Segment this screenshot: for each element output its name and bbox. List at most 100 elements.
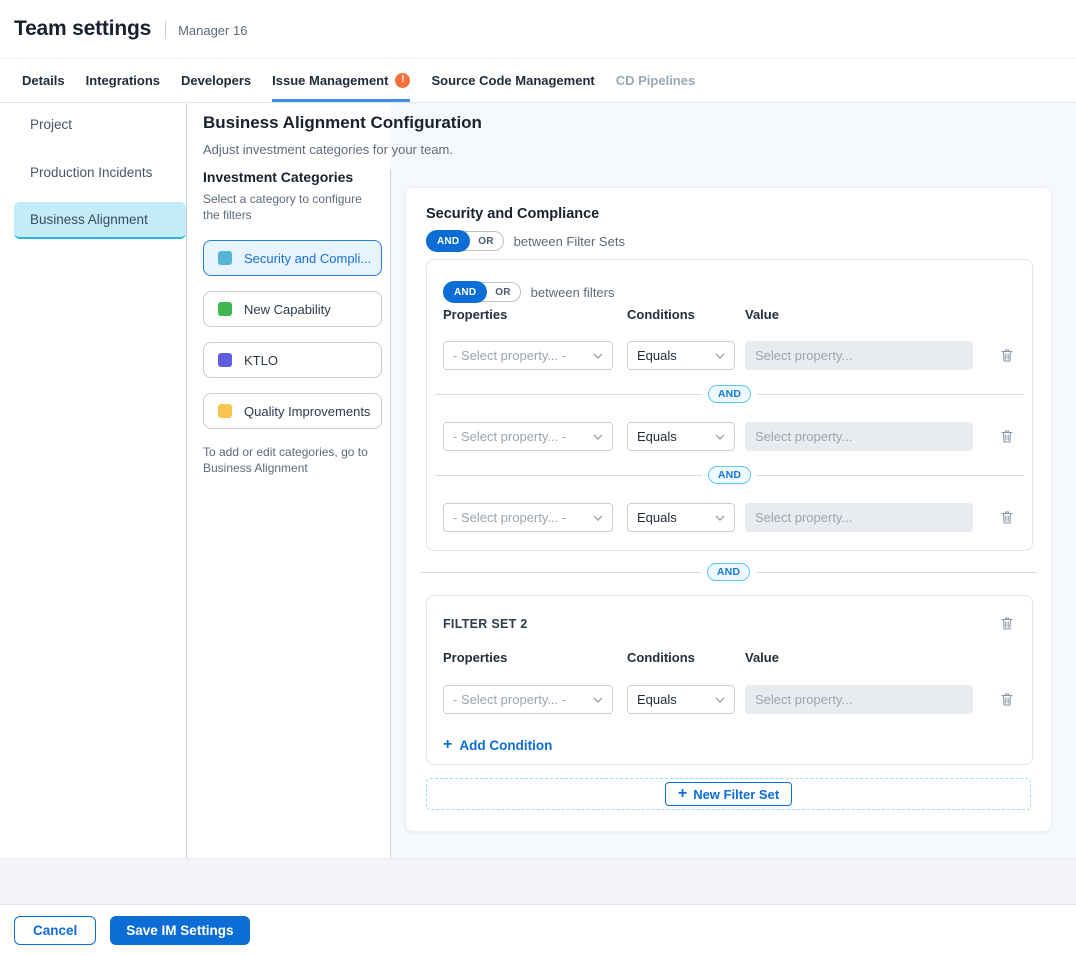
column-divider [390, 169, 391, 858]
add-condition-button[interactable]: + Add Condition [443, 737, 552, 753]
conditions-column-header: Conditions [627, 307, 745, 322]
filter-set-2: FILTER SET 2 Properties Conditions Value… [426, 595, 1033, 765]
tab-developers[interactable]: Developers [181, 59, 251, 102]
delete-condition-button[interactable] [998, 427, 1016, 446]
trash-icon [1000, 616, 1014, 631]
filter-config-card: Security and Compliance AND OR between F… [405, 187, 1052, 832]
chevron-down-icon [715, 434, 725, 440]
and-connector-pill: AND [708, 385, 751, 403]
condition-select[interactable]: Equals [627, 341, 735, 370]
property-select[interactable]: - Select property... - [443, 341, 613, 370]
and-or-toggle-sets[interactable]: AND OR [426, 231, 504, 251]
filter-row: - Select property... - Equals [443, 422, 1016, 451]
and-option[interactable]: AND [426, 230, 470, 252]
tab-details[interactable]: Details [22, 59, 65, 102]
properties-column-header: Properties [443, 650, 627, 665]
chevron-down-icon [715, 353, 725, 359]
between-sets-label: between Filter Sets [514, 234, 625, 249]
property-select[interactable]: - Select property... - [443, 503, 613, 532]
and-option[interactable]: AND [443, 281, 487, 303]
category-ktlo[interactable]: KTLO [203, 342, 382, 378]
chevron-down-icon [593, 353, 603, 359]
cancel-button[interactable]: Cancel [14, 916, 96, 945]
chevron-down-icon [715, 515, 725, 521]
tab-integrations[interactable]: Integrations [86, 59, 160, 102]
property-select-placeholder: - Select property... - [453, 692, 566, 707]
sidebar-item-production-incidents[interactable]: Production Incidents [14, 154, 186, 191]
value-input[interactable] [745, 503, 973, 532]
category-quality-improvements[interactable]: Quality Improvements [203, 393, 382, 429]
sidebar-item-business-alignment[interactable]: Business Alignment [14, 202, 186, 239]
new-filter-set-button[interactable]: + New Filter Set [665, 782, 792, 806]
add-condition-label: Add Condition [459, 738, 552, 753]
categories-title: Investment Categories [203, 169, 389, 185]
category-color-swatch [218, 353, 232, 367]
value-column-header: Value [745, 650, 779, 665]
content-area: Project Production Incidents Business Al… [0, 103, 1076, 858]
condition-select[interactable]: Equals [627, 422, 735, 451]
category-label: KTLO [244, 353, 278, 368]
trash-icon [1000, 429, 1014, 444]
condition-select[interactable]: Equals [627, 685, 735, 714]
and-connector-pill: AND [708, 466, 751, 484]
plus-icon: + [443, 737, 452, 753]
sidebar-item-project[interactable]: Project [14, 106, 186, 143]
value-input[interactable] [745, 341, 973, 370]
condition-select-value: Equals [637, 692, 677, 707]
or-option[interactable]: OR [469, 231, 502, 251]
delete-condition-button[interactable] [998, 690, 1016, 709]
tab-label: Integrations [86, 73, 160, 88]
settings-sidebar: Project Production Incidents Business Al… [0, 103, 187, 858]
column-headers: Properties Conditions Value [443, 307, 1016, 322]
filter-set-2-title: FILTER SET 2 [443, 617, 528, 631]
tab-label: Issue Management [272, 73, 388, 88]
chevron-down-icon [715, 697, 725, 703]
delete-condition-button[interactable] [998, 346, 1016, 365]
trash-icon [1000, 692, 1014, 707]
section-title: Business Alignment Configuration [203, 113, 482, 133]
conditions-column-header: Conditions [627, 650, 745, 665]
save-im-settings-button[interactable]: Save IM Settings [110, 916, 249, 945]
condition-select[interactable]: Equals [627, 503, 735, 532]
tab-issue-management[interactable]: Issue Management ! [272, 59, 410, 102]
header-divider [165, 21, 166, 39]
and-connector-pill: AND [707, 563, 750, 581]
app-header: Team settings Manager 16 [0, 0, 1076, 59]
property-select[interactable]: - Select property... - [443, 685, 613, 714]
value-input[interactable] [745, 422, 973, 451]
category-color-swatch [218, 302, 232, 316]
or-option[interactable]: OR [486, 282, 519, 302]
category-label: Quality Improvements [244, 404, 370, 419]
property-select-placeholder: - Select property... - [453, 348, 566, 363]
condition-select-value: Equals [637, 510, 677, 525]
between-sets-toggle-row: AND OR between Filter Sets [426, 231, 1031, 251]
between-filters-label: between filters [531, 285, 615, 300]
category-security-and-compliance[interactable]: Security and Compli... [203, 240, 382, 276]
tab-cd-pipelines: CD Pipelines [616, 59, 695, 102]
and-or-toggle-filters[interactable]: AND OR [443, 282, 521, 302]
tab-source-code-management[interactable]: Source Code Management [431, 59, 594, 102]
delete-condition-button[interactable] [998, 508, 1016, 527]
condition-select-value: Equals [637, 429, 677, 444]
section-subtitle: Adjust investment categories for your te… [203, 142, 453, 157]
category-list: Security and Compli... New Capability KT… [203, 240, 389, 429]
new-filter-set-dropzone: + New Filter Set [426, 778, 1031, 810]
category-label: Security and Compli... [244, 251, 371, 266]
condition-select-value: Equals [637, 348, 677, 363]
category-new-capability[interactable]: New Capability [203, 291, 382, 327]
and-connector-between-sets: AND [420, 563, 1037, 581]
property-select[interactable]: - Select property... - [443, 422, 613, 451]
tab-label: CD Pipelines [616, 73, 695, 88]
chevron-down-icon [593, 697, 603, 703]
column-headers: Properties Conditions Value [443, 650, 1016, 665]
trash-icon [1000, 348, 1014, 363]
investment-categories-panel: Investment Categories Select a category … [203, 169, 389, 476]
value-input[interactable] [745, 685, 973, 714]
property-select-placeholder: - Select property... - [453, 510, 566, 525]
and-connector: AND [435, 466, 1024, 484]
delete-filter-set-button[interactable] [998, 614, 1016, 633]
filter-set-2-header: FILTER SET 2 [443, 614, 1016, 633]
tab-label: Source Code Management [431, 73, 594, 88]
filter-row: - Select property... - Equals [443, 341, 1016, 370]
manager-label: Manager 16 [178, 23, 247, 38]
